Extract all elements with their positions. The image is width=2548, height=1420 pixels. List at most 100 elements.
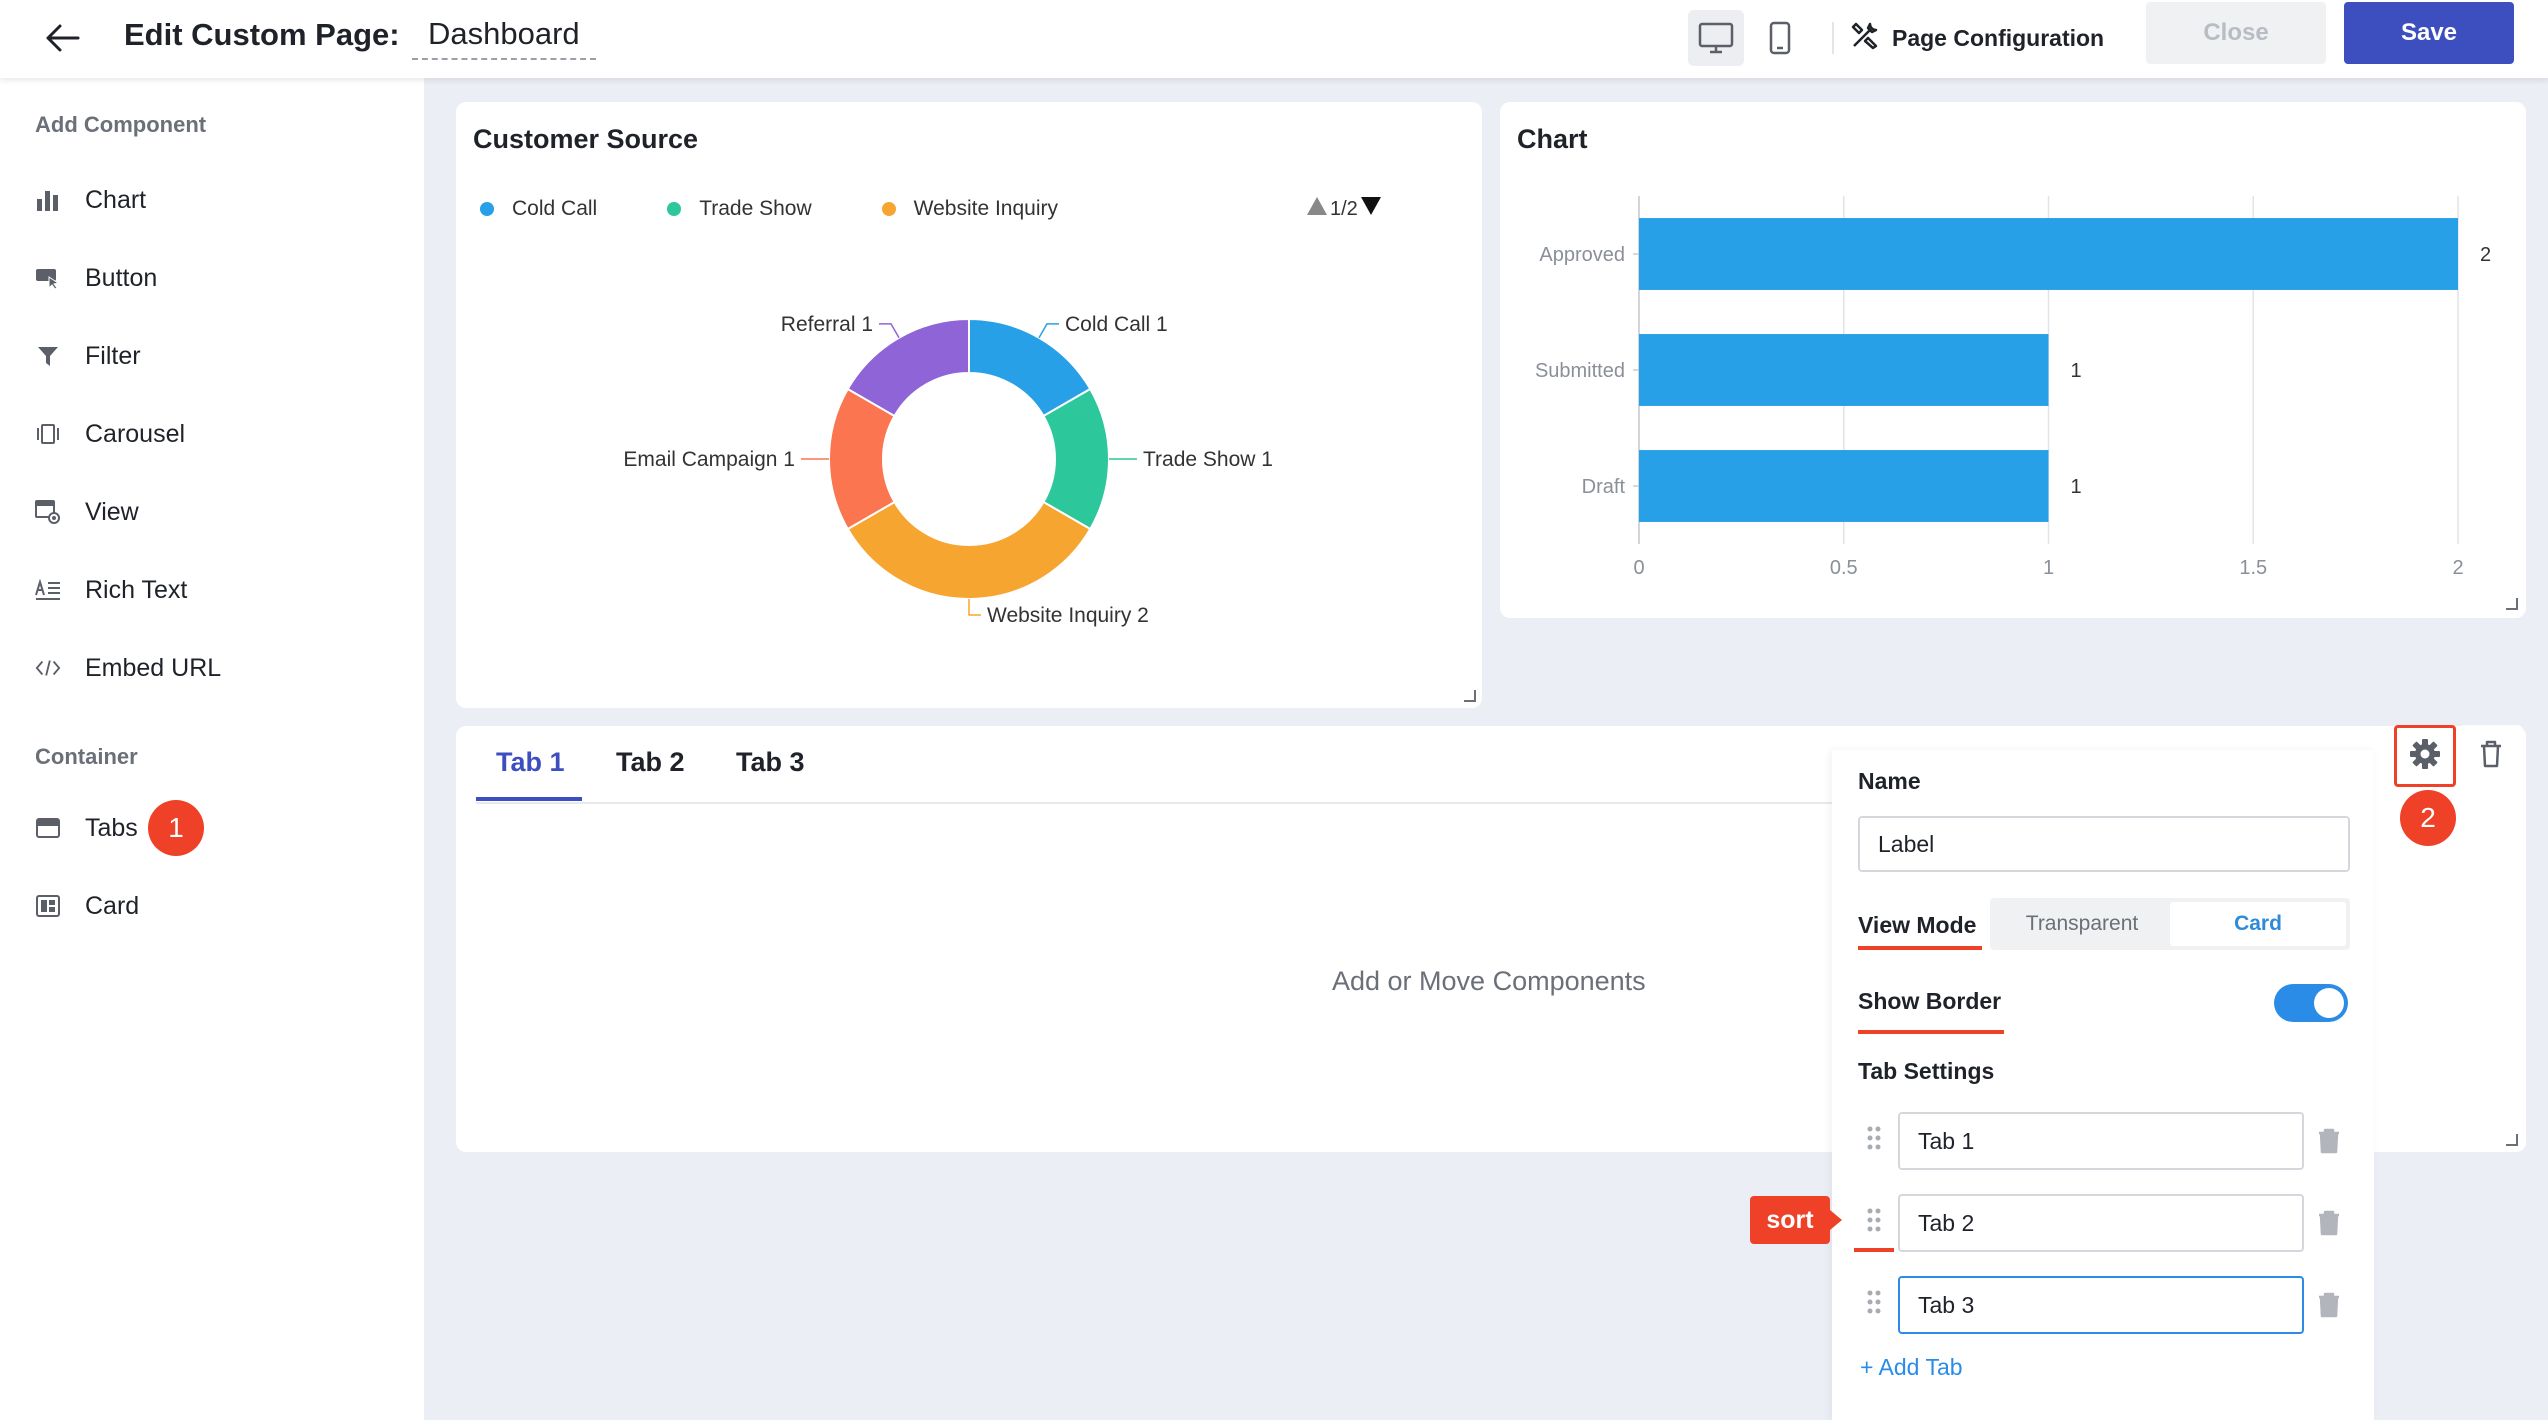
bar-value-label: 1: [2071, 476, 2082, 498]
sidebar-item-carousel[interactable]: Carousel: [35, 410, 185, 458]
sidebar-item-embed-url[interactable]: Embed URL: [35, 644, 221, 692]
sidebar-item-view[interactable]: View: [35, 488, 139, 536]
settings-gear-button[interactable]: [2394, 725, 2456, 787]
resize-handle-icon[interactable]: [2506, 1134, 2518, 1146]
tabs-icon: [35, 815, 61, 841]
x-tick-label: 2: [2452, 557, 2463, 579]
back-arrow-icon[interactable]: [38, 14, 86, 62]
active-tab-indicator: [476, 797, 582, 801]
sidebar-item-label: Filter: [85, 341, 141, 370]
donut-slice-label: Referral 1: [781, 313, 873, 336]
tab-name-input[interactable]: Tab 2: [1898, 1194, 2304, 1252]
trash-icon[interactable]: [2316, 1208, 2342, 1238]
tab-1[interactable]: Tab 1: [496, 747, 565, 778]
donut-leader-line: [879, 323, 900, 339]
donut-slice-label: Email Campaign 1: [623, 448, 795, 471]
delete-component-button[interactable]: [2460, 725, 2522, 787]
page-configuration-label: Page Configuration: [1892, 24, 2105, 51]
annotation-underline: [1858, 1030, 2004, 1034]
x-tick-label: 1: [2043, 557, 2054, 579]
trash-icon[interactable]: [2316, 1126, 2342, 1156]
bar-chart-icon: [35, 187, 61, 213]
tab-3[interactable]: Tab 3: [736, 747, 805, 778]
page-title: Edit Custom Page:: [124, 17, 400, 52]
add-tab-link[interactable]: + Add Tab: [1860, 1354, 1963, 1381]
x-tick-label: 0: [1633, 557, 1644, 579]
sidebar-item-label: Rich Text: [85, 575, 188, 604]
y-tick-label: Submitted: [1535, 360, 1625, 382]
trash-icon[interactable]: [2316, 1290, 2342, 1320]
x-tick-label: 0.5: [1830, 557, 1858, 579]
desktop-preview-icon[interactable]: [1688, 10, 1744, 66]
sidebar-item-rich-text[interactable]: Rich Text: [35, 566, 187, 614]
donut-leader-line: [968, 599, 981, 616]
annotation-underline: [1854, 1248, 1894, 1252]
rich-text-icon: [35, 577, 61, 603]
bar-value-label: 1: [2071, 360, 2082, 382]
step-badge-1: 1: [148, 800, 204, 856]
sidebar-item-label: Card: [85, 891, 140, 920]
x-tick-label: 1.5: [2239, 557, 2267, 579]
tab-2[interactable]: Tab 2: [616, 747, 685, 778]
add-component-heading: Add Component: [35, 112, 207, 137]
sidebar-item-label: Embed URL: [85, 653, 222, 682]
trash-icon: [2479, 740, 2503, 773]
sidebar-item-label: Chart: [85, 185, 147, 214]
sidebar-item-tabs[interactable]: Tabs: [35, 804, 138, 852]
top-bar: Edit Custom Page: Dashboard Page Configu…: [0, 0, 2548, 78]
close-button[interactable]: Close: [2146, 2, 2326, 64]
container-heading: Container: [35, 744, 138, 769]
y-tick-label: Draft: [1582, 476, 1626, 498]
sort-annotation-tag: sort: [1750, 1196, 1842, 1244]
view-icon: [35, 499, 61, 525]
tab-name-input[interactable]: Tab 3: [1898, 1276, 2304, 1334]
tools-icon: [1850, 20, 1880, 56]
donut-leader-line: [1038, 323, 1059, 339]
sidebar-item-chart[interactable]: Chart: [35, 176, 146, 224]
gear-icon: [2408, 737, 2442, 776]
tab-settings-label: Tab Settings: [1858, 1058, 1995, 1084]
sidebar-item-label: View: [85, 497, 139, 526]
bar[interactable]: [1639, 334, 2049, 406]
filter-funnel-icon: [35, 343, 61, 369]
page-name-field[interactable]: Dashboard: [412, 14, 596, 60]
mobile-preview-icon[interactable]: [1752, 10, 1808, 66]
sidebar-item-filter[interactable]: Filter: [35, 332, 141, 380]
annotation-underline: [1858, 946, 1982, 950]
component-sidebar: Add Component Chart Button Filter Carous…: [0, 78, 424, 1420]
donut-slice[interactable]: [846, 500, 1092, 601]
header-divider: [1832, 22, 1834, 54]
code-brackets-icon: [35, 655, 61, 681]
empty-drop-hint: Add or Move Components: [1332, 966, 1646, 996]
show-border-switch[interactable]: [2274, 984, 2348, 1022]
tabs-settings-panel: Name Label View Mode Transparent Card Sh…: [1832, 750, 2374, 1420]
resize-handle-icon[interactable]: [2506, 598, 2518, 610]
bar[interactable]: [1639, 450, 2049, 522]
sidebar-item-card[interactable]: Card: [35, 882, 139, 930]
drag-handle-icon[interactable]: [1864, 1206, 1884, 1234]
y-tick-label: Approved: [1539, 244, 1625, 266]
donut-chart: Cold Call 1 Trade Show 1 Website Inquiry 2…: [623, 313, 1273, 627]
bar-value-label: 2: [2480, 244, 2491, 266]
sidebar-item-label: Tabs: [85, 813, 138, 842]
bar[interactable]: [1639, 218, 2458, 290]
tabs-divider: [476, 802, 1832, 804]
sidebar-item-button[interactable]: Button: [35, 254, 157, 302]
carousel-icon: [35, 421, 61, 447]
button-cursor-icon: [35, 265, 61, 291]
view-mode-transparent[interactable]: Transparent: [1994, 902, 2170, 946]
page-configuration-button[interactable]: Page Configuration: [1850, 14, 2104, 62]
save-button[interactable]: Save: [2344, 2, 2514, 64]
sidebar-item-label: Button: [85, 263, 158, 292]
drag-handle-icon[interactable]: [1864, 1288, 1884, 1316]
donut-slice-label: Website Inquiry 2: [987, 604, 1149, 627]
name-label: Name: [1858, 768, 1921, 794]
view-mode-toggle: Transparent Card: [1990, 898, 2350, 950]
drag-handle-icon[interactable]: [1864, 1124, 1884, 1152]
tab-name-input[interactable]: Tab 1: [1898, 1112, 2304, 1170]
name-input[interactable]: Label: [1858, 816, 2350, 872]
resize-handle-icon[interactable]: [1464, 690, 1476, 702]
step-badge-2: 2: [2400, 790, 2456, 846]
donut-slice-label: Trade Show 1: [1143, 448, 1273, 471]
view-mode-card[interactable]: Card: [2170, 902, 2346, 946]
